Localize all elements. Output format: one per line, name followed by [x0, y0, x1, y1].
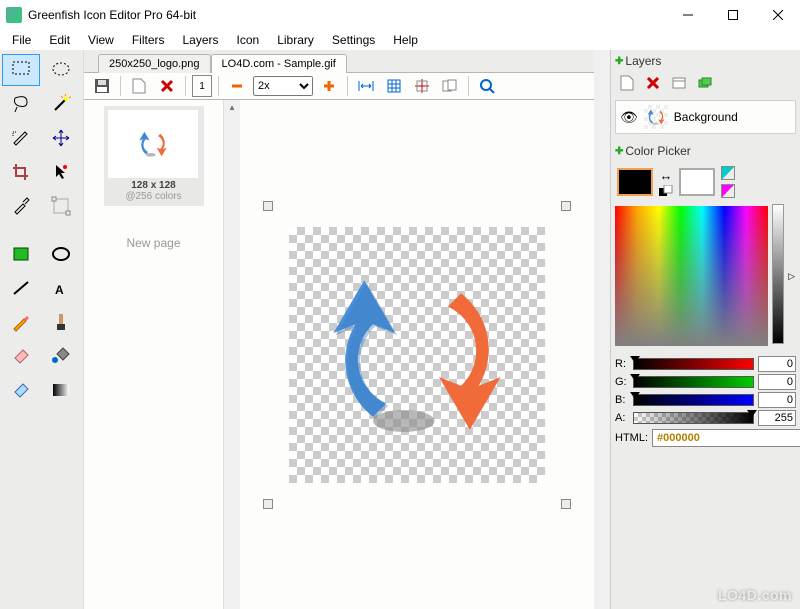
alpha-input[interactable] — [758, 410, 796, 426]
new-page-link[interactable]: New page — [90, 236, 217, 250]
document-toolbar: 1 2x — [84, 72, 594, 100]
pages-button[interactable] — [438, 75, 462, 97]
blue-input[interactable] — [758, 392, 796, 408]
red-slider[interactable] — [633, 358, 754, 370]
grid-button[interactable] — [382, 75, 406, 97]
menu-edit[interactable]: Edit — [41, 31, 78, 49]
menu-icon[interactable]: Icon — [229, 31, 268, 49]
tool-gradient[interactable] — [42, 374, 80, 406]
expand-icon[interactable]: ▷ — [788, 271, 795, 282]
menu-settings[interactable]: Settings — [324, 31, 383, 49]
menu-layers[interactable]: Layers — [175, 31, 227, 49]
tool-brush[interactable] — [42, 306, 80, 338]
fit-width-button[interactable] — [354, 75, 378, 97]
menu-help[interactable]: Help — [385, 31, 426, 49]
tool-lasso[interactable] — [2, 88, 40, 120]
zoom-in-button[interactable] — [317, 75, 341, 97]
tool-move[interactable] — [42, 122, 80, 154]
menu-file[interactable]: File — [4, 31, 39, 49]
merge-layers-button[interactable] — [693, 72, 717, 94]
tool-eraser[interactable] — [2, 340, 40, 372]
tool-wand[interactable] — [42, 88, 80, 120]
layer-thumbnail — [644, 105, 668, 129]
canvas-area[interactable] — [240, 100, 594, 609]
menu-library[interactable]: Library — [269, 31, 322, 49]
zoom-out-button[interactable] — [225, 75, 249, 97]
page-thumbnail[interactable]: 128 x 128 @256 colors — [104, 106, 204, 206]
new-layer-button[interactable] — [615, 72, 639, 94]
tool-frame[interactable] — [42, 190, 80, 222]
canvas[interactable] — [289, 227, 545, 483]
green-slider[interactable] — [633, 376, 754, 388]
minimize-button[interactable] — [665, 0, 710, 30]
page-dimensions: 128 x 128 — [108, 180, 200, 191]
menu-view[interactable]: View — [80, 31, 122, 49]
tool-eyedropper[interactable] — [2, 190, 40, 222]
layer-props-button[interactable] — [667, 72, 691, 94]
default-colors-icon[interactable] — [659, 185, 673, 197]
window-title: Greenfish Icon Editor Pro 64-bit — [28, 8, 665, 22]
tool-pencil-select[interactable] — [2, 122, 40, 154]
tool-text[interactable]: A — [42, 272, 80, 304]
background-color[interactable] — [679, 168, 715, 196]
tool-ellipse-select[interactable] — [42, 54, 80, 86]
delete-button[interactable] — [155, 75, 179, 97]
tool-crop[interactable] — [2, 156, 40, 188]
tool-rect-select[interactable] — [2, 54, 40, 86]
zoom-select[interactable]: 2x — [253, 76, 313, 96]
tab-file-1[interactable]: 250x250_logo.png — [98, 54, 211, 73]
layer-name: Background — [674, 110, 738, 124]
luminance-slider[interactable] — [772, 204, 784, 344]
foreground-color[interactable] — [617, 168, 653, 196]
tab-file-2[interactable]: LO4D.com - Sample.gif — [211, 54, 347, 73]
tool-rectangle[interactable] — [2, 238, 40, 270]
r-label: R: — [615, 358, 629, 370]
preview-zoom-button[interactable] — [475, 75, 499, 97]
swap-colors-icon[interactable]: ↔ — [660, 168, 673, 183]
swatch-b[interactable] — [721, 184, 735, 198]
save-button[interactable] — [90, 75, 114, 97]
alpha-slider[interactable] — [633, 412, 754, 424]
svg-text:A: A — [55, 283, 64, 297]
tool-fill[interactable] — [42, 340, 80, 372]
color-picker-header[interactable]: ✚Color Picker — [615, 142, 796, 160]
green-input[interactable] — [758, 374, 796, 390]
canvas-scrollbar[interactable] — [594, 50, 610, 609]
red-input[interactable] — [758, 356, 796, 372]
maximize-button[interactable] — [710, 0, 755, 30]
app-icon — [6, 7, 22, 23]
swatch-a[interactable] — [721, 166, 735, 180]
g-label: G: — [615, 376, 629, 388]
menu-bar: File Edit View Filters Layers Icon Libra… — [0, 30, 800, 50]
blue-slider[interactable] — [633, 394, 754, 406]
visibility-icon[interactable]: 👁 — [620, 109, 638, 126]
frame-number[interactable]: 1 — [192, 75, 212, 97]
tool-pointer[interactable] — [42, 156, 80, 188]
a-label: A: — [615, 412, 629, 424]
pages-panel: 128 x 128 @256 colors New page — [84, 100, 224, 609]
toolbox: A — [0, 50, 84, 609]
tool-ellipse[interactable] — [42, 238, 80, 270]
color-field[interactable] — [615, 206, 768, 346]
b-label: B: — [615, 394, 629, 406]
new-page-button[interactable] — [127, 75, 151, 97]
tool-line[interactable] — [2, 272, 40, 304]
page-colors: @256 colors — [108, 191, 200, 202]
tool-pencil[interactable] — [2, 306, 40, 338]
html-label: HTML: — [615, 432, 648, 444]
pages-scrollbar[interactable]: ▴ — [224, 100, 240, 609]
center-button[interactable] — [410, 75, 434, 97]
layers-panel-header[interactable]: ✚Layers — [615, 52, 796, 70]
delete-layer-button[interactable] — [641, 72, 665, 94]
tool-gradient-eraser[interactable] — [2, 374, 40, 406]
layer-item[interactable]: 👁 Background — [615, 100, 796, 134]
menu-filters[interactable]: Filters — [124, 31, 173, 49]
close-button[interactable] — [755, 0, 800, 30]
html-color-input[interactable] — [652, 429, 800, 447]
